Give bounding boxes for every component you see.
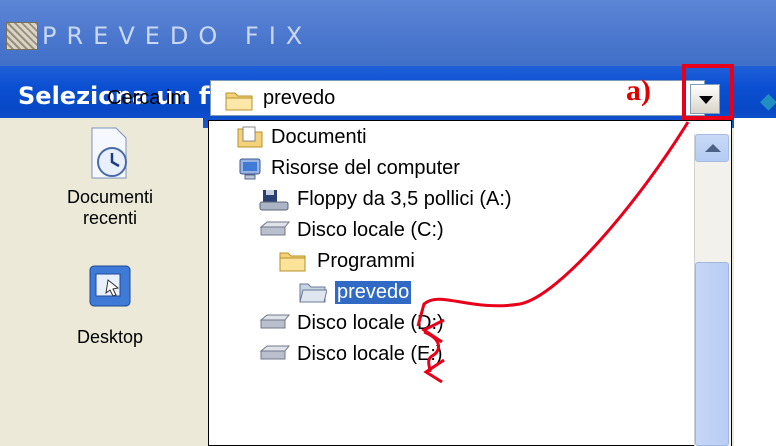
annotation-arrow-to-c — [416, 121, 690, 327]
annotation-arrows — [416, 121, 690, 384]
